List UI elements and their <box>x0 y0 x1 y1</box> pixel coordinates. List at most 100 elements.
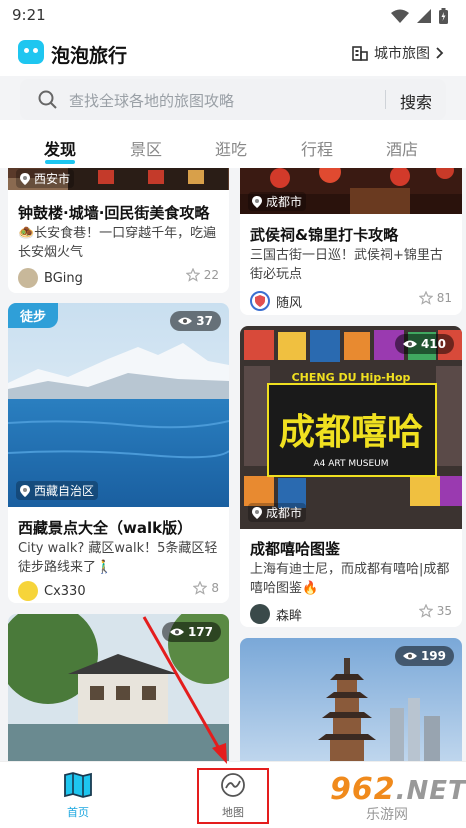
card-pagoda[interactable]: 199 <box>240 638 462 761</box>
location-pin-icon <box>252 506 262 519</box>
nav-map-label: 地图 <box>222 806 244 819</box>
view-count-badge: 410 <box>394 334 454 354</box>
like-button[interactable]: 22 <box>185 268 219 282</box>
search-button[interactable]: 搜索 <box>400 89 432 113</box>
app-logo <box>18 40 44 64</box>
building-icon <box>352 46 368 61</box>
card-tibet[interactable]: 徒步 37 西藏自治区 西藏景点大全（walk版） City walk? 藏区w… <box>8 303 229 603</box>
location-pin-icon <box>20 484 30 497</box>
search-icon <box>38 90 57 109</box>
shield-icon <box>255 295 265 307</box>
card-location-label: 西藏自治区 <box>34 484 95 498</box>
nav-home[interactable]: 首页 <box>48 772 108 820</box>
card-title: 西藏景点大全（walk版） <box>18 519 193 537</box>
card-description: City walk? 藏区walk！5条藏区轻徒步路线来了🚶‍♂️ <box>18 541 218 575</box>
category-tabs: 发现 景区 逛吃 行程 酒店 <box>0 120 466 168</box>
category-tag: 徒步 <box>8 303 59 328</box>
eye-icon <box>402 652 417 660</box>
search-input[interactable]: 查找全球各地的旅图攻略 <box>69 90 234 111</box>
card-author[interactable]: 森眸 <box>250 604 302 624</box>
eye-icon <box>402 340 417 348</box>
tab-food[interactable]: 逛吃 <box>201 136 261 160</box>
view-count-badge: 199 <box>394 646 454 666</box>
card-title: 钟鼓楼·城墙·回民街美食攻略 <box>18 204 210 222</box>
star-icon <box>185 268 200 282</box>
nav-map[interactable]: 地图 <box>203 772 263 820</box>
app-title: 泡泡旅行 <box>51 45 128 67</box>
watermark-logo: 962.NET <box>330 772 466 807</box>
view-count: 177 <box>187 625 213 639</box>
card-image: CHENG DU Hip-Hop 成都嘻哈 A4 ART MUSEUM <box>240 326 462 529</box>
watermark-number: 962 <box>330 772 396 807</box>
view-count-badge: 37 <box>170 311 221 331</box>
card-author[interactable]: Cx330 <box>18 581 86 601</box>
search-bar: 查找全球各地的旅图攻略 搜索 <box>20 79 446 120</box>
tab-indicator <box>45 160 75 164</box>
card-hiphop[interactable]: CHENG DU Hip-Hop 成都嘻哈 A4 ART MUSEUM 410 … <box>240 326 462 627</box>
nav-home-label: 首页 <box>67 806 89 819</box>
tab-discover[interactable]: 发现 <box>30 136 90 160</box>
watermark-suffix: .NET <box>395 776 466 806</box>
eye-icon <box>178 317 193 325</box>
search-divider <box>385 90 386 109</box>
avatar <box>18 268 38 288</box>
status-bar: 9:21 <box>0 0 466 32</box>
card-image <box>8 303 229 507</box>
like-count: 22 <box>203 268 219 282</box>
like-button[interactable]: 35 <box>418 604 452 618</box>
map-compass-icon <box>221 773 245 797</box>
view-count-badge: 177 <box>161 622 221 642</box>
card-xian[interactable]: 西安市 钟鼓楼·城墙·回民街美食攻略 🧆长安食巷！一口穿越千年，吃遍长安烟火气 … <box>8 168 229 293</box>
card-watertown[interactable]: 177 <box>8 614 229 761</box>
star-icon <box>418 604 433 618</box>
eye-icon <box>169 628 184 636</box>
card-location: 成都市 <box>248 192 307 211</box>
signal-icon <box>417 9 431 23</box>
view-count: 37 <box>196 314 213 328</box>
view-count: 199 <box>420 649 446 663</box>
card-author[interactable]: BGing <box>18 268 83 288</box>
card-location: 成都市 <box>248 503 307 522</box>
view-count: 410 <box>420 337 446 351</box>
tab-itinerary[interactable]: 行程 <box>287 136 347 160</box>
like-button[interactable]: 81 <box>418 291 452 305</box>
status-icons <box>391 8 448 24</box>
feed: 西安市 钟鼓楼·城墙·回民街美食攻略 🧆长安食巷！一口穿越千年，吃遍长安烟火气 … <box>0 168 466 761</box>
location-pin-icon <box>20 172 30 185</box>
tab-scenic[interactable]: 景区 <box>116 136 176 160</box>
city-map-button[interactable]: 城市旅图 <box>352 43 444 63</box>
battery-icon <box>439 8 448 24</box>
card-location-label: 成都市 <box>266 506 303 520</box>
card-description: 三国古街一日巡！武侯祠+锦里古街必玩点 <box>250 248 443 282</box>
image-sub-text: A4 ART MUSEUM <box>314 459 389 469</box>
tab-hotel[interactable]: 酒店 <box>372 136 432 160</box>
card-location-label: 西安市 <box>34 172 71 186</box>
card-description: 上海有迪士尼，而成都有嘻哈|成都嘻哈图鉴🔥 <box>250 562 450 596</box>
wifi-icon <box>391 9 409 23</box>
location-pin-icon <box>252 195 262 208</box>
status-time: 9:21 <box>12 6 46 24</box>
author-name: Cx330 <box>44 583 86 599</box>
app-header: 泡泡旅行 城市旅图 <box>0 32 466 76</box>
card-author[interactable]: 随风 <box>250 291 302 311</box>
card-location: 西安市 <box>16 169 75 188</box>
like-count: 35 <box>436 604 452 618</box>
watermark: 962.NET 乐游网 <box>330 772 466 823</box>
avatar <box>18 581 38 601</box>
city-map-label: 城市旅图 <box>374 46 430 62</box>
chevron-right-icon <box>436 47 444 59</box>
author-name: BGing <box>44 270 83 286</box>
like-button[interactable]: 8 <box>193 581 219 595</box>
card-title: 成都嘻哈图鉴 <box>250 540 341 558</box>
star-icon <box>418 291 433 305</box>
star-icon <box>193 581 208 595</box>
card-title: 武侯祠&锦里打卡攻略 <box>250 226 399 244</box>
like-count: 81 <box>436 291 452 305</box>
author-name: 随风 <box>276 295 303 311</box>
card-wuhou[interactable]: 成都市 武侯祠&锦里打卡攻略 三国古街一日巡！武侯祠+锦里古街必玩点 随风 81 <box>240 168 462 315</box>
author-name: 森眸 <box>276 608 303 624</box>
like-count: 8 <box>211 581 219 595</box>
card-description: 🧆长安食巷！一口穿越千年，吃遍长安烟火气 <box>18 226 217 260</box>
card-location: 西藏自治区 <box>16 481 99 500</box>
watermark-site: 乐游网 <box>366 807 408 823</box>
